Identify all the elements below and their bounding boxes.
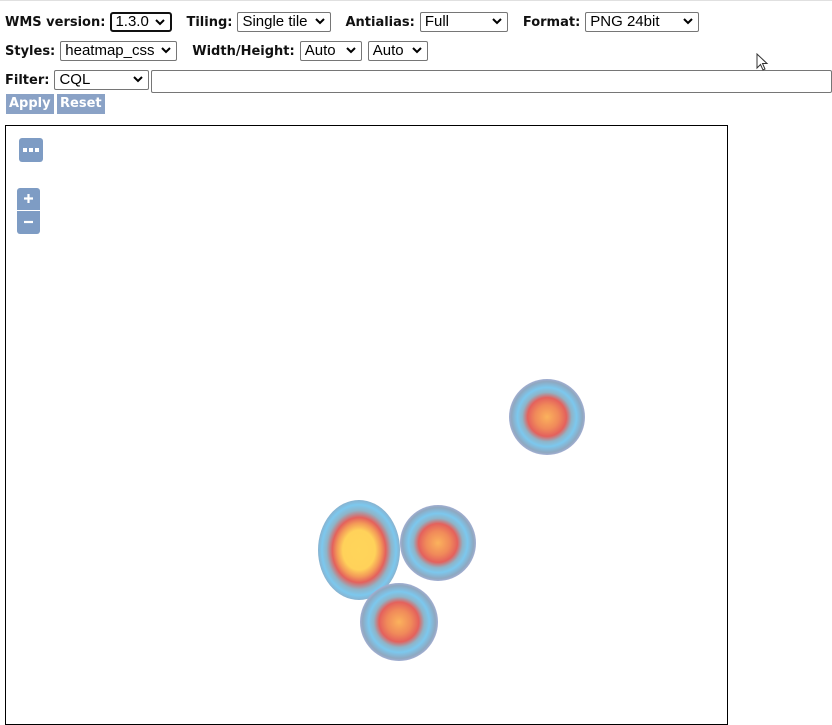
- more-options-icon: [23, 148, 39, 152]
- filter-label: Filter:: [5, 72, 50, 88]
- height-select[interactable]: Auto: [367, 41, 428, 61]
- zoom-in-button[interactable]: [17, 188, 40, 210]
- chevron-down-icon: [346, 47, 356, 54]
- top-divider: [0, 0, 832, 1]
- hotspot-northeast: [509, 379, 585, 455]
- apply-button[interactable]: Apply: [6, 94, 54, 114]
- height-value: Auto: [372, 42, 404, 59]
- filter-type-select[interactable]: CQL: [54, 70, 150, 90]
- format-select[interactable]: PNG 24bit: [585, 12, 700, 32]
- width-select[interactable]: Auto: [299, 41, 362, 61]
- minus-icon: [24, 220, 33, 224]
- plus-icon: [24, 194, 33, 203]
- antialias-select[interactable]: Full: [419, 12, 508, 32]
- styles-label: Styles:: [5, 43, 56, 59]
- chevron-down-icon: [133, 76, 144, 83]
- tiling-label: Tiling:: [186, 14, 233, 30]
- wms-version-label: WMS version:: [5, 14, 106, 30]
- chevron-down-icon: [155, 19, 166, 26]
- map-viewport[interactable]: [5, 125, 728, 725]
- antialias-value: Full: [424, 13, 450, 30]
- mouse-cursor-icon: [756, 53, 769, 71]
- chevron-down-icon: [161, 47, 171, 54]
- styles-select[interactable]: heatmap_css: [60, 41, 178, 61]
- chevron-down-icon: [492, 18, 502, 25]
- antialias-label: Antialias:: [345, 14, 415, 30]
- wms-version-select[interactable]: 1.3.0: [110, 12, 173, 32]
- zoom-out-button[interactable]: [17, 211, 40, 234]
- chevron-down-icon: [683, 18, 693, 25]
- hotspot-south: [360, 583, 438, 661]
- filter-row: Filter: CQL: [5, 70, 150, 90]
- format-label: Format:: [522, 14, 581, 30]
- width-value: Auto: [304, 42, 336, 59]
- chevron-down-icon: [412, 47, 422, 54]
- hotspot-center: [400, 505, 476, 581]
- tiling-select[interactable]: Single tile: [237, 12, 332, 32]
- format-value: PNG 24bit: [590, 13, 660, 30]
- width-height-label: Width/Height:: [192, 43, 295, 59]
- tiling-value: Single tile: [242, 13, 308, 30]
- layer-switcher-button[interactable]: [19, 138, 43, 162]
- wms-version-value: 1.3.0: [115, 13, 149, 30]
- styles-value: heatmap_css: [65, 42, 155, 59]
- chevron-down-icon: [315, 18, 326, 25]
- options-row-2: Styles: heatmap_css Width/Height: Auto A…: [5, 41, 428, 61]
- filter-expression-input[interactable]: [151, 70, 832, 93]
- filter-type-value: CQL: [59, 71, 91, 88]
- options-row-1: WMS version: 1.3.0 Tiling: Single tile A…: [5, 12, 700, 32]
- reset-button[interactable]: Reset: [57, 94, 105, 114]
